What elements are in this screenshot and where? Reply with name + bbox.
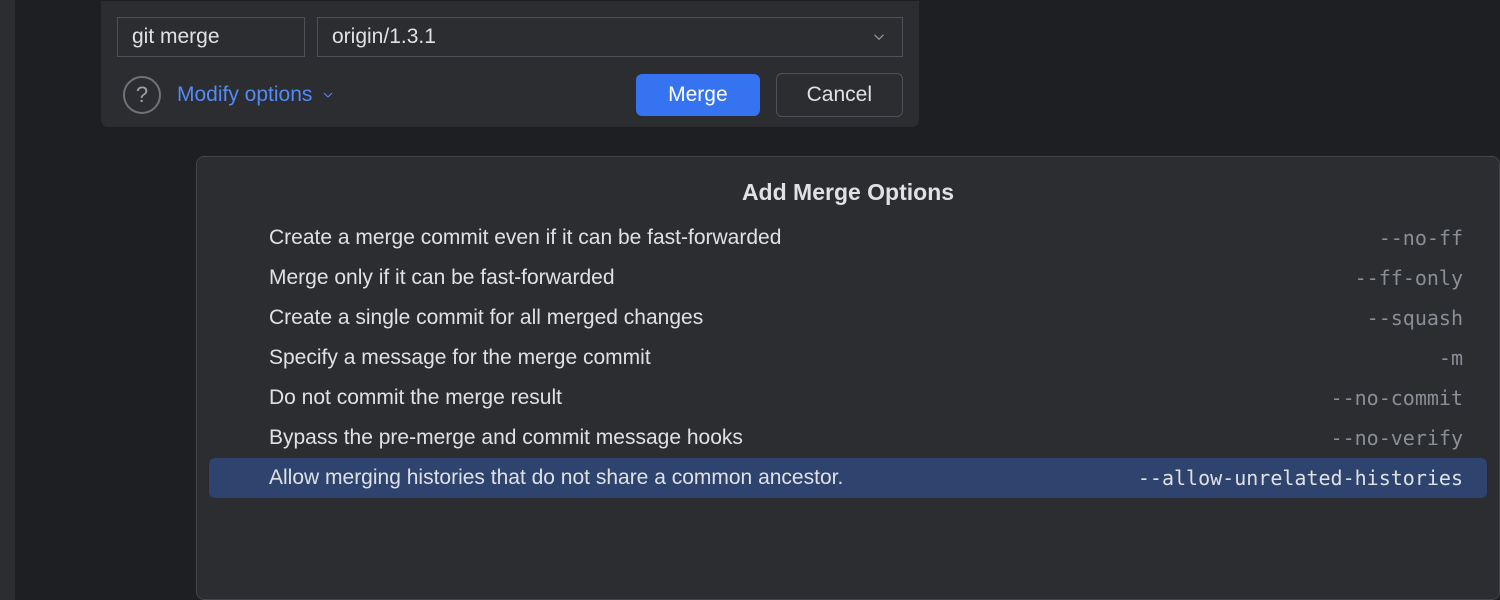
modify-options-label: Modify options [177,83,312,107]
branch-name: origin/1.3.1 [332,25,436,49]
option-row[interactable]: Create a single commit for all merged ch… [197,298,1499,338]
option-row[interactable]: Do not commit the merge result --no-commi… [197,378,1499,418]
popup-title: Add Merge Options [197,157,1499,214]
chevron-down-icon [870,28,888,46]
option-description: Merge only if it can be fast-forwarded [269,266,615,290]
chevron-down-icon [320,87,336,103]
branch-dropdown[interactable]: origin/1.3.1 [317,17,903,57]
option-flag: --squash [1367,306,1463,330]
help-icon[interactable]: ? [123,76,161,114]
option-row[interactable]: Allow merging histories that do not shar… [209,458,1487,498]
cancel-button[interactable]: Cancel [776,73,903,117]
option-row[interactable]: Merge only if it can be fast-forwarded --… [197,258,1499,298]
option-flag: --no-verify [1331,426,1463,450]
side-stripe [0,0,16,600]
git-command-box: git merge [117,17,305,57]
option-description: Allow merging histories that do not shar… [269,466,843,490]
option-flag: -m [1439,346,1463,370]
action-row: ? Modify options Merge Cancel [117,73,903,117]
modify-options-link[interactable]: Modify options [177,83,336,107]
merge-dialog: git merge origin/1.3.1 ? Modify options … [100,0,920,128]
option-description: Create a merge commit even if it can be … [269,226,781,250]
option-flag: --allow-unrelated-histories [1138,466,1463,490]
option-description: Bypass the pre-merge and commit message … [269,426,743,450]
option-flag: --no-ff [1379,226,1463,250]
option-description: Create a single commit for all merged ch… [269,306,703,330]
option-row[interactable]: Bypass the pre-merge and commit message … [197,418,1499,458]
options-list: Create a merge commit even if it can be … [197,214,1499,502]
merge-options-popup: Add Merge Options Create a merge commit … [196,156,1500,600]
option-description: Specify a message for the merge commit [269,346,651,370]
command-row: git merge origin/1.3.1 [117,17,903,57]
option-row[interactable]: Specify a message for the merge commit -m [197,338,1499,378]
git-command-text: git merge [132,25,220,49]
option-row[interactable]: Create a merge commit even if it can be … [197,218,1499,258]
option-description: Do not commit the merge result [269,386,562,410]
merge-button[interactable]: Merge [636,74,760,116]
option-flag: --no-commit [1331,386,1463,410]
option-flag: --ff-only [1355,266,1463,290]
